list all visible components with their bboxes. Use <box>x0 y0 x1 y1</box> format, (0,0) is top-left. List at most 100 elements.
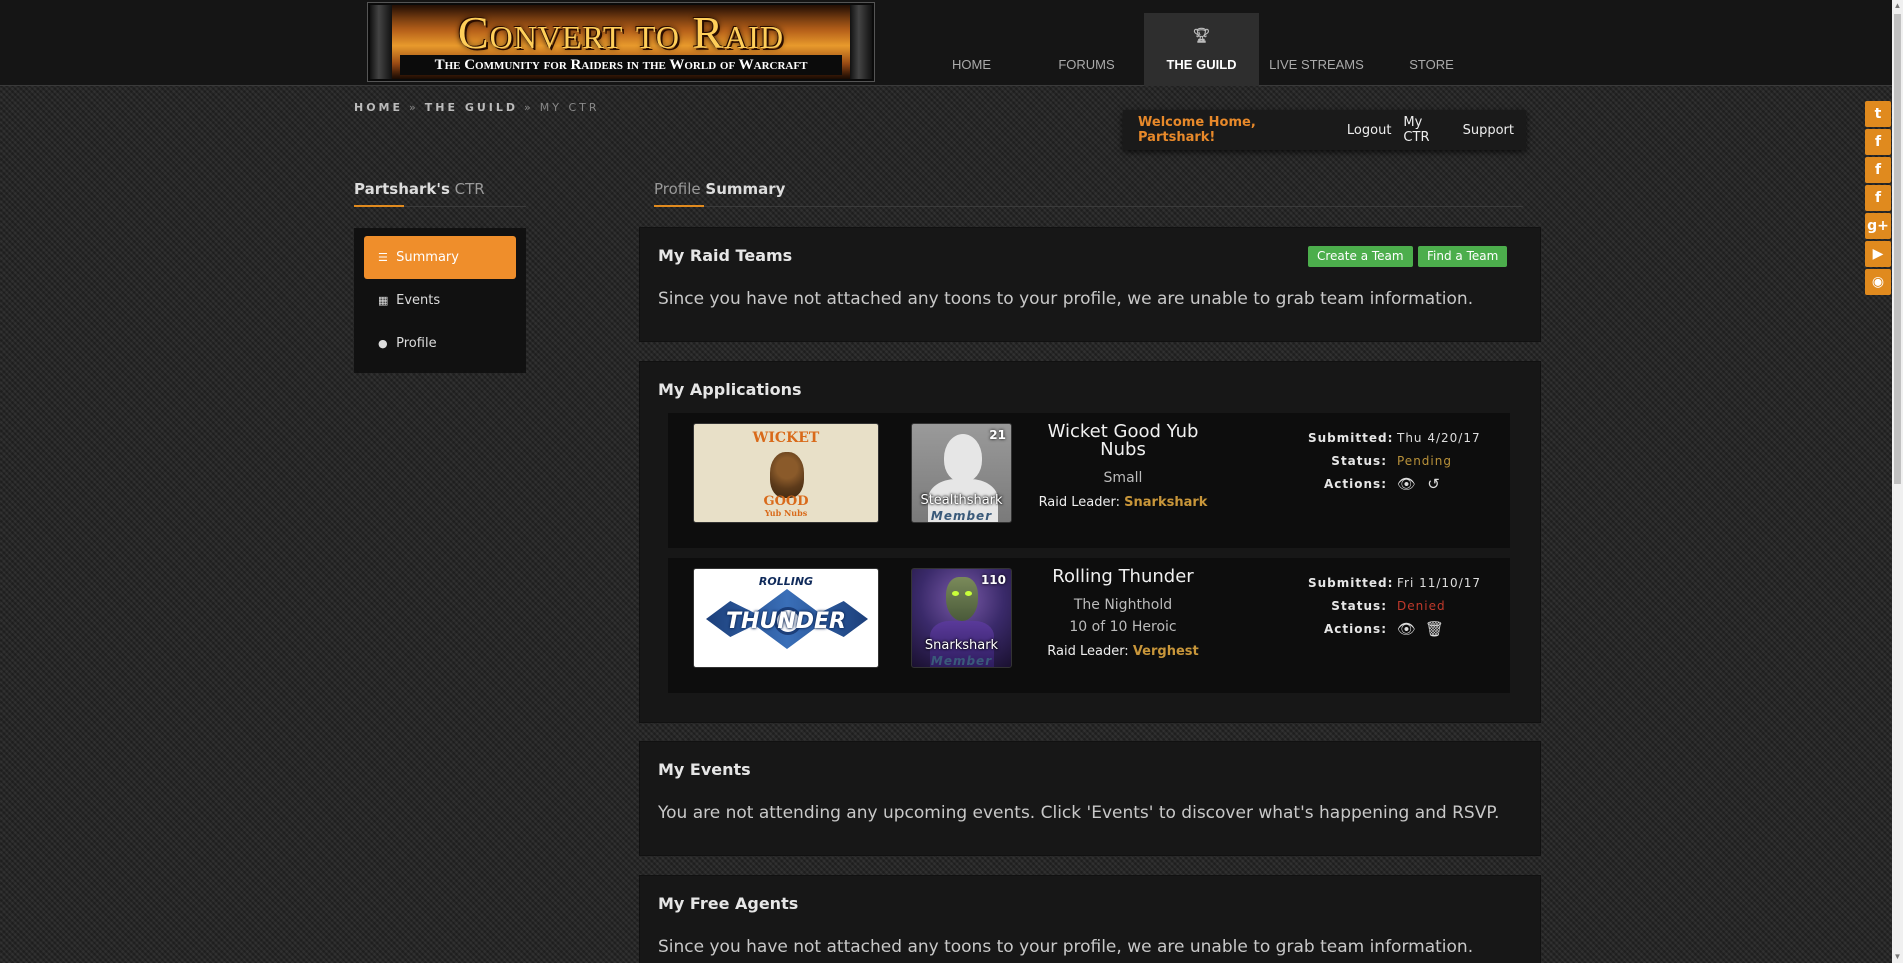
breadcrumb-the-guild[interactable]: THE GUILD <box>425 101 518 114</box>
submitted-date: Thu 4/20/17 <box>1397 430 1481 445</box>
character-level: 21 <box>989 428 1006 442</box>
applications-panel: My Applications WICKET GOOD Yub Nubs 21 … <box>640 362 1540 722</box>
raid-teams-panel: My Raid Teams Create a Team Find a Team … <box>640 228 1540 341</box>
nav-live-streams[interactable]: LIVE STREAMS <box>1259 13 1374 86</box>
rss-icon[interactable]: ◉ <box>1865 269 1891 295</box>
sidebar-item-label: Events <box>396 293 441 308</box>
character-name: Stealthshark <box>920 493 1003 508</box>
submitted-label: Submitted: <box>1308 430 1394 445</box>
submitted-date: Fri 11/10/17 <box>1397 575 1482 590</box>
logo-subtitle: The Community for Raiders in the World o… <box>400 55 842 75</box>
status-badge: Pending <box>1397 453 1452 468</box>
character-role: Member <box>930 654 993 667</box>
team-name[interactable]: Wicket Good Yub Nubs <box>1038 423 1208 459</box>
team-size: Small <box>1103 470 1143 486</box>
facebook-group-icon[interactable]: f <box>1865 185 1891 211</box>
events-panel: My Events You are not attending any upco… <box>640 742 1540 855</box>
page-title: Profile Summary <box>654 180 1523 207</box>
sidebar-item-profile[interactable]: ● Profile <box>364 322 516 365</box>
banner-text: Yub Nubs <box>764 508 808 518</box>
google-plus-icon[interactable]: g+ <box>1865 213 1891 239</box>
welcome-greeting: Welcome Home, Partshark! <box>1138 115 1256 145</box>
team-info: Wicket Good Yub Nubs Small Raid Leader: … <box>1038 423 1208 511</box>
raid-leader-label: Raid Leader: <box>1038 495 1125 510</box>
find-team-button[interactable]: Find a Team <box>1418 246 1508 267</box>
team-banner[interactable]: ROLLING THUNDER <box>693 568 879 668</box>
eye-icon[interactable]: 👁︎ <box>1397 475 1416 493</box>
applications-title: My Applications <box>658 380 802 399</box>
raid-leader: Raid Leader: Snarkshark <box>1038 495 1208 510</box>
character-avatar[interactable]: 21 Stealthshark Member <box>911 423 1012 523</box>
facebook-page-icon[interactable]: f <box>1865 157 1891 183</box>
application-row: ROLLING THUNDER 110 Snarkshark Member Ro… <box>668 558 1510 693</box>
undo-icon[interactable]: ↺ <box>1425 475 1443 493</box>
scroll-down-icon[interactable]: ▼ <box>1892 951 1903 963</box>
eye-icon[interactable]: 👁︎ <box>1397 620 1416 638</box>
nav-the-guild[interactable]: 🏆︎ THE GUILD <box>1144 13 1259 86</box>
trash-icon[interactable]: 🗑︎ <box>1425 620 1444 638</box>
logo-title: Convert to Raid <box>457 7 785 58</box>
scrollbar-thumb[interactable] <box>1894 14 1901 484</box>
twitter-icon[interactable]: t <box>1865 101 1891 127</box>
sidebar-menu: ☰ Summary ▦ Events ● Profile <box>354 228 526 373</box>
character-avatar[interactable]: 110 Snarkshark Member <box>911 568 1012 668</box>
sidebar-title-suffix: CTR <box>449 180 485 198</box>
breadcrumb: HOME » THE GUILD » MY CTR <box>354 101 600 114</box>
free-agents-title: My Free Agents <box>658 894 799 913</box>
my-ctr-link[interactable]: My CTR <box>1403 115 1450 145</box>
breadcrumb-home[interactable]: HOME <box>354 101 403 114</box>
logout-link[interactable]: Logout <box>1347 123 1392 138</box>
free-agents-panel: My Free Agents Since you have not attach… <box>640 876 1540 963</box>
events-message: You are not attending any upcoming event… <box>658 803 1500 823</box>
facebook-icon[interactable]: f <box>1865 129 1891 155</box>
sidebar-title: Partshark's CTR <box>354 180 526 207</box>
scroll-up-icon[interactable]: ▲ <box>1892 0 1903 12</box>
team-progress: The Nighthold 10 of 10 Heroic <box>1038 594 1208 638</box>
actions-label: Actions: <box>1324 476 1387 491</box>
site-logo[interactable]: Convert to Raid The Community for Raider… <box>368 3 874 81</box>
sidebar-title-user: Partshark's <box>354 180 450 198</box>
banner-text: GOOD <box>763 494 809 509</box>
nav-store[interactable]: STORE <box>1374 13 1489 86</box>
breadcrumb-current: MY CTR <box>539 101 600 114</box>
team-banner[interactable]: WICKET GOOD Yub Nubs <box>693 423 879 523</box>
banner-text: ROLLING <box>758 575 814 588</box>
nav-home[interactable]: HOME <box>914 13 1029 86</box>
youtube-icon[interactable]: ▶ <box>1865 241 1891 267</box>
ewok-image <box>770 452 804 498</box>
team-name[interactable]: Rolling Thunder <box>1038 568 1208 586</box>
page-title-strong: Summary <box>705 180 786 198</box>
sidebar-item-events[interactable]: ▦ Events <box>364 279 516 322</box>
site-header: Convert to Raid The Community for Raider… <box>0 0 1903 86</box>
main-nav: HOME FORUMS 🏆︎ THE GUILD LIVE STREAMS ST… <box>914 13 1489 86</box>
sidebar-item-summary[interactable]: ☰ Summary <box>364 236 516 279</box>
nav-the-guild-label: THE GUILD <box>1166 57 1237 72</box>
trophy-icon: 🏆︎ <box>1192 27 1211 43</box>
sidebar-item-label: Profile <box>396 336 437 351</box>
submitted-label: Submitted: <box>1308 575 1394 590</box>
banner-text: THUNDER <box>726 609 846 634</box>
character-portrait <box>952 591 959 596</box>
list-icon: ☰ <box>378 251 388 264</box>
status-badge: Denied <box>1397 598 1446 613</box>
status-label: Status: <box>1331 453 1387 468</box>
raid-leader-name[interactable]: Verghest <box>1133 644 1199 659</box>
nav-forums[interactable]: FORUMS <box>1029 13 1144 86</box>
user-welcome-bar: Welcome Home, Partshark! Logout My CTR S… <box>1123 110 1526 150</box>
page-title-light: Profile <box>654 180 706 198</box>
support-link[interactable]: Support <box>1463 123 1514 138</box>
calendar-icon: ▦ <box>378 294 389 307</box>
breadcrumb-separator: » <box>524 101 534 114</box>
raid-leader: Raid Leader: Verghest <box>1038 644 1208 659</box>
raid-leader-name[interactable]: Snarkshark <box>1124 495 1207 510</box>
character-role: Member <box>930 509 993 522</box>
team-info: Rolling Thunder The Nighthold 10 of 10 H… <box>1038 568 1208 660</box>
user-icon: ● <box>378 337 388 350</box>
actions-label: Actions: <box>1324 621 1387 636</box>
page-scrollbar[interactable]: ▲ ▼ <box>1892 0 1903 963</box>
application-meta: Submitted: Thu 4/20/17 Status: Pending Act… <box>1308 426 1508 495</box>
avatar-silhouette <box>944 434 982 482</box>
raid-leader-label: Raid Leader: <box>1047 644 1133 659</box>
breadcrumb-separator: » <box>409 101 419 114</box>
create-team-button[interactable]: Create a Team <box>1308 246 1413 267</box>
